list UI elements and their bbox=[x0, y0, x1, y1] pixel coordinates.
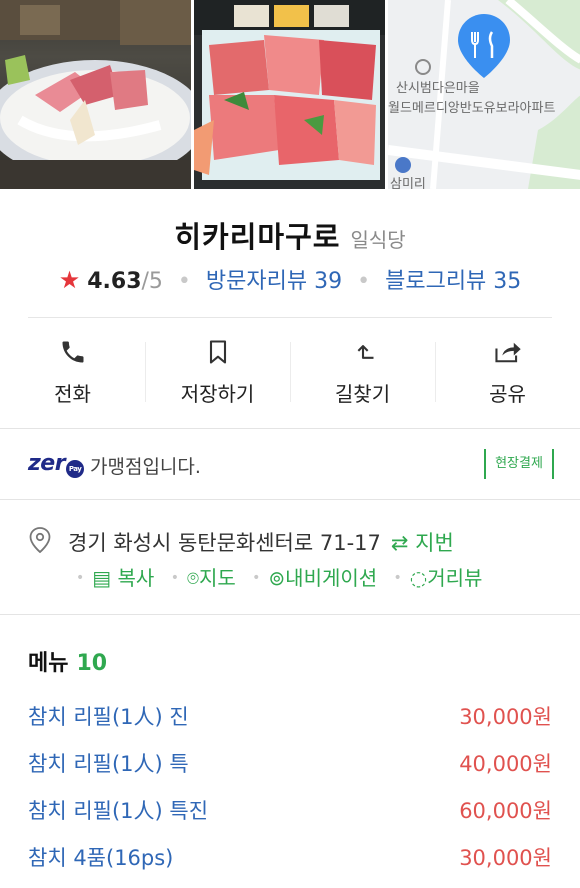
visitor-reviews-link[interactable]: 방문자리뷰 39 bbox=[206, 269, 342, 294]
navigation-label: 내비게이션 bbox=[285, 566, 378, 590]
menu-item[interactable]: 참치 리필(1人) 진 30,000원 bbox=[28, 700, 552, 747]
map-link[interactable]: ⌾지도 bbox=[187, 566, 236, 590]
photo-sashimi-plate[interactable] bbox=[0, 0, 191, 189]
svg-text:산시범다은마을: 산시범다은마을 bbox=[396, 81, 480, 96]
separator-dot: • bbox=[252, 570, 261, 586]
street-view-icon: ◌ bbox=[409, 566, 428, 590]
menu-item-name: 참치 리필(1人) 특진 bbox=[28, 799, 209, 823]
menu-item[interactable]: 참치 리필(1人) 특진 60,000원 bbox=[28, 794, 552, 841]
onsite-payment-badge: 현장결제 bbox=[484, 449, 554, 479]
photo-tuna-box[interactable] bbox=[194, 0, 385, 189]
zeropay-text: 가맹점입니다. bbox=[90, 456, 201, 478]
location-pin-icon bbox=[29, 527, 51, 554]
street-view-label: 거리뷰 bbox=[427, 566, 483, 590]
menu-item-price: 30,000원 bbox=[459, 705, 552, 729]
save-button[interactable]: 저장하기 bbox=[145, 318, 290, 428]
place-category: 일식당 bbox=[350, 228, 406, 252]
menu-heading: 메뉴 10 bbox=[28, 645, 107, 677]
svg-text:삼미리: 삼미리 bbox=[390, 177, 426, 189]
car-icon: ⊚ bbox=[268, 566, 286, 590]
address-links: • ▤ 복사 • ⌾지도 • ⊚내비게이션 • ◌거리뷰 bbox=[68, 562, 484, 591]
menu-count: 10 bbox=[76, 651, 108, 676]
menu-item-price: 30,000원 bbox=[459, 846, 552, 870]
share-button[interactable]: 공유 bbox=[435, 318, 580, 428]
menu-item-price: 60,000원 bbox=[459, 799, 552, 823]
map-pin-icon: ⌾ bbox=[186, 566, 199, 590]
address-line: 경기 화성시 동탄문화센터로 71-17 ⇄ 지번 bbox=[68, 527, 454, 557]
blog-reviews-link[interactable]: 블로그리뷰 35 bbox=[385, 269, 521, 294]
menu-item[interactable]: 참치 리필(1人) 특 40,000원 bbox=[28, 747, 552, 794]
street-view-link[interactable]: ◌거리뷰 bbox=[410, 566, 483, 590]
save-label: 저장하기 bbox=[180, 382, 255, 406]
call-label: 전화 bbox=[54, 382, 91, 406]
separator-dot: • bbox=[393, 570, 402, 586]
rating-score: 4.63 bbox=[87, 269, 142, 294]
copy-link[interactable]: ▤ 복사 bbox=[92, 566, 154, 590]
place-name: 히카리마구로 bbox=[174, 220, 341, 254]
map-thumbnail[interactable]: 산시범다은마을 월드메르디앙반도유보라아파트 삼미리 bbox=[388, 0, 580, 189]
call-button[interactable]: 전화 bbox=[0, 318, 145, 428]
menu-item[interactable]: 참치 4품(16ps) 30,000원 bbox=[28, 841, 552, 888]
divider bbox=[0, 614, 580, 615]
phone-icon bbox=[62, 341, 83, 363]
address-section: 경기 화성시 동탄문화센터로 71-17 ⇄ 지번 • ▤ 복사 • ⌾지도 • ⊚내비… bbox=[0, 500, 580, 615]
directions-label: 길찾기 bbox=[334, 382, 391, 406]
jibeon-toggle[interactable]: ⇄ 지번 bbox=[391, 531, 454, 555]
bookmark-icon bbox=[209, 340, 226, 364]
zeropay-logo-o: Pay bbox=[66, 460, 85, 478]
share-label: 공유 bbox=[489, 382, 526, 406]
zeropay-logo-text: zer bbox=[28, 451, 66, 476]
zeropay-logo: zer Pay bbox=[28, 451, 85, 478]
separator-dot: • bbox=[177, 269, 191, 294]
rating-max: /5 bbox=[141, 269, 163, 294]
separator-dot: • bbox=[76, 570, 85, 586]
svg-text:월드메르디앙반도유보라아파트: 월드메르디앙반도유보라아파트 bbox=[388, 101, 555, 116]
menu-list: 참치 리필(1人) 진 30,000원 참치 리필(1人) 특 40,000원 … bbox=[28, 700, 552, 888]
star-icon: ★ bbox=[58, 266, 81, 294]
rating-row: ★ 4.63/5 • 방문자리뷰 39 • 블로그리뷰 35 bbox=[0, 263, 580, 295]
address-text: 경기 화성시 동탄문화센터로 71-17 bbox=[68, 531, 381, 555]
directions-icon bbox=[357, 345, 373, 359]
separator-dot: • bbox=[170, 570, 179, 586]
place-title-row: 히카리마구로 일식당 bbox=[0, 214, 580, 256]
directions-button[interactable]: 길찾기 bbox=[290, 318, 435, 428]
photo-strip: 산시범다은마을 월드메르디앙반도유보라아파트 삼미리 bbox=[0, 0, 580, 189]
menu-item-name: 참치 리필(1人) 진 bbox=[28, 705, 189, 729]
map-label: 지도 bbox=[198, 566, 236, 590]
copy-label: 복사 bbox=[117, 566, 155, 590]
menu-item-name: 참치 4품(16ps) bbox=[28, 846, 174, 870]
menu-item-name: 참치 리필(1人) 특 bbox=[28, 752, 189, 776]
action-bar: 전화 저장하기 길찾기 공유 bbox=[0, 318, 580, 428]
share-icon bbox=[494, 342, 521, 363]
navigation-link[interactable]: ⊚내비게이션 bbox=[268, 566, 377, 590]
copy-icon: ▤ bbox=[92, 566, 112, 590]
menu-title: 메뉴 bbox=[28, 651, 69, 676]
menu-item-price: 40,000원 bbox=[459, 752, 552, 776]
separator-dot: • bbox=[357, 269, 371, 294]
zeropay-row: zer Pay 가맹점입니다. 현장결제 bbox=[0, 429, 580, 499]
